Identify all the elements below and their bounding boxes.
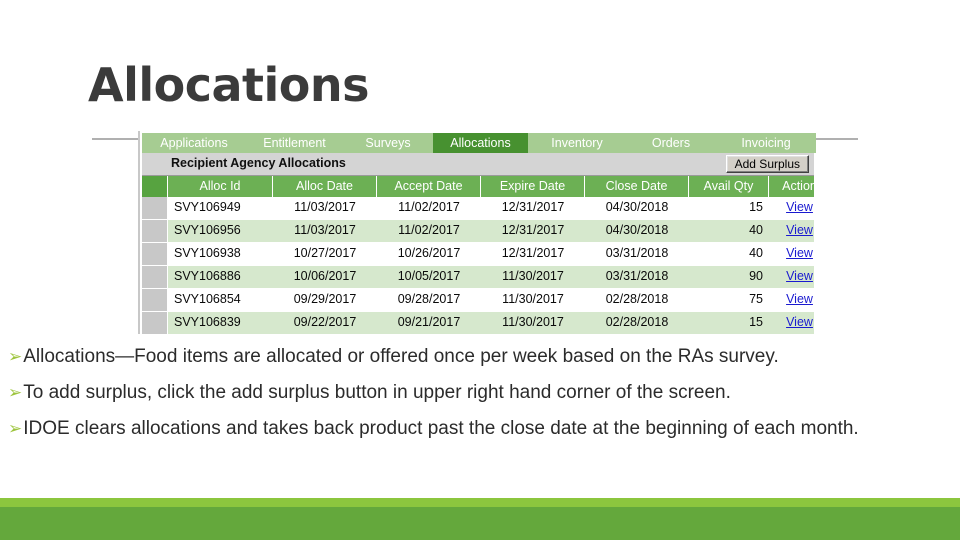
tab-allocations[interactable]: Allocations [433,133,528,153]
cell-action[interactable]: View [769,289,830,311]
column-header-avail-qty[interactable]: Avail Qty [689,176,769,197]
view-link[interactable]: View [786,269,813,283]
cell-accept-date: 09/21/2017 [397,315,461,329]
cell-alloc-date: 09/29/2017 [293,292,357,306]
cell-alloc-date: 11/03/2017 [294,200,356,214]
column-header-alloc-date[interactable]: Alloc Date [273,176,377,197]
cell-avail-qty: 40 [749,246,763,260]
table-row[interactable]: SVY106854 09/29/2017 09/28/2017 11/30/2017 0… [142,289,814,312]
column-header-alloc-id[interactable]: Alloc Id [168,176,273,197]
column-header-action[interactable]: Action [769,176,830,197]
cell-accept-date: 11/02/2017 [398,223,460,237]
bullet-text: To add surplus, click the add surplus bu… [23,382,731,403]
column-header-accept-date[interactable]: Accept Date [377,176,481,197]
row-selector-cell[interactable] [142,289,168,311]
cell-alloc-date: 10/06/2017 [293,269,357,283]
cell-close-date: 02/28/2018 [605,292,669,306]
cell-alloc-date: 10/27/2017 [293,246,357,260]
cell-action[interactable]: View [769,243,830,265]
cell-alloc-id: SVY106886 [174,269,241,283]
view-link[interactable]: View [786,246,813,260]
app-screenshot: Applications Entitlement Surveys Allocation… [138,131,817,335]
tab-invoicing[interactable]: Invoicing [716,133,816,153]
footer-band [0,507,960,540]
add-surplus-button[interactable]: Add Surplus [725,155,809,173]
cell-avail-qty: 40 [749,223,763,237]
table-row[interactable]: SVY106956 11/03/2017 11/02/2017 12/31/2017 0… [142,220,814,243]
cell-accept-date: 10/26/2017 [397,246,461,260]
cell-alloc-date: 09/22/2017 [293,315,357,329]
cell-action[interactable]: View [769,266,830,288]
view-link[interactable]: View [786,315,813,329]
tab-orders[interactable]: Orders [626,133,716,153]
cell-close-date: 02/28/2018 [605,315,669,329]
tab-surveys[interactable]: Surveys [343,133,433,153]
bullet-item: ➢ Allocations—Food items are allocated or… [8,344,938,369]
allocations-grid: Alloc Id Alloc Date Accept Date Expire Date… [142,176,817,335]
footer-stripe [0,498,960,507]
row-selector-cell[interactable] [142,266,168,288]
cell-avail-qty: 75 [749,292,763,306]
grid-header-row: Alloc Id Alloc Date Accept Date Expire Date… [142,176,817,197]
section-header-bar: Recipient Agency Allocations Add Surplus [142,153,814,176]
divider-right [812,138,858,140]
cell-alloc-id: SVY106854 [174,292,241,306]
bullet-text: IDOE clears allocations and takes back p… [23,418,859,439]
row-selector-cell[interactable] [142,243,168,265]
cell-expire-date: 12/31/2017 [501,246,565,260]
row-selector-cell[interactable] [142,220,168,242]
tab-bar: Applications Entitlement Surveys Allocation… [142,133,816,153]
cell-alloc-id: SVY106839 [174,315,241,329]
bullet-text: Allocations—Food items are allocated or … [23,346,779,367]
cell-close-date: 03/31/2018 [605,246,669,260]
cell-expire-date: 12/31/2017 [501,223,565,237]
bullet-item: ➢ To add surplus, click the add surplus b… [8,380,938,405]
cell-expire-date: 11/30/2017 [502,315,564,329]
cell-action[interactable]: View [769,197,830,219]
cell-close-date: 04/30/2018 [605,223,669,237]
bullet-item: ➢ IDOE clears allocations and takes back … [8,416,938,441]
cell-close-date: 03/31/2018 [605,269,669,283]
row-selector-cell[interactable] [142,312,168,334]
grid-header-selector-cell [142,176,168,197]
column-header-close-date[interactable]: Close Date [585,176,689,197]
cell-action[interactable]: View [769,312,830,334]
cell-avail-qty: 15 [749,200,763,214]
arrow-bullet-icon: ➢ [8,383,23,402]
bullet-list: ➢ Allocations—Food items are allocated or… [8,344,938,452]
row-selector-cell[interactable] [142,197,168,219]
table-row[interactable]: SVY106938 10/27/2017 10/26/2017 12/31/2017 0… [142,243,814,266]
page-title: Allocations [88,58,370,112]
cell-accept-date: 11/02/2017 [398,200,460,214]
cell-accept-date: 10/05/2017 [397,269,461,283]
cell-expire-date: 12/31/2017 [501,200,565,214]
table-row[interactable]: SVY106839 09/22/2017 09/21/2017 11/30/2017 0… [142,312,814,335]
cell-accept-date: 09/28/2017 [397,292,461,306]
cell-alloc-id: SVY106938 [174,246,241,260]
cell-alloc-id: SVY106956 [174,223,241,237]
cell-expire-date: 11/30/2017 [502,269,564,283]
cell-expire-date: 11/30/2017 [502,292,564,306]
table-row[interactable]: SVY106886 10/06/2017 10/05/2017 11/30/2017 0… [142,266,814,289]
column-header-expire-date[interactable]: Expire Date [481,176,585,197]
cell-alloc-id: SVY106949 [174,200,241,214]
tab-entitlement[interactable]: Entitlement [246,133,343,153]
cell-close-date: 04/30/2018 [605,200,669,214]
arrow-bullet-icon: ➢ [8,347,23,366]
cell-alloc-date: 11/03/2017 [294,223,356,237]
cell-avail-qty: 15 [749,315,763,329]
tab-inventory[interactable]: Inventory [528,133,626,153]
tab-applications[interactable]: Applications [142,133,246,153]
view-link[interactable]: View [786,292,813,306]
divider-left [92,138,138,140]
arrow-bullet-icon: ➢ [8,419,23,438]
view-link[interactable]: View [786,223,813,237]
cell-avail-qty: 90 [749,269,763,283]
cell-action[interactable]: View [769,220,830,242]
view-link[interactable]: View [786,200,813,214]
section-title: Recipient Agency Allocations [171,156,346,170]
table-row[interactable]: SVY106949 11/03/2017 11/02/2017 12/31/2017 0… [142,197,814,220]
